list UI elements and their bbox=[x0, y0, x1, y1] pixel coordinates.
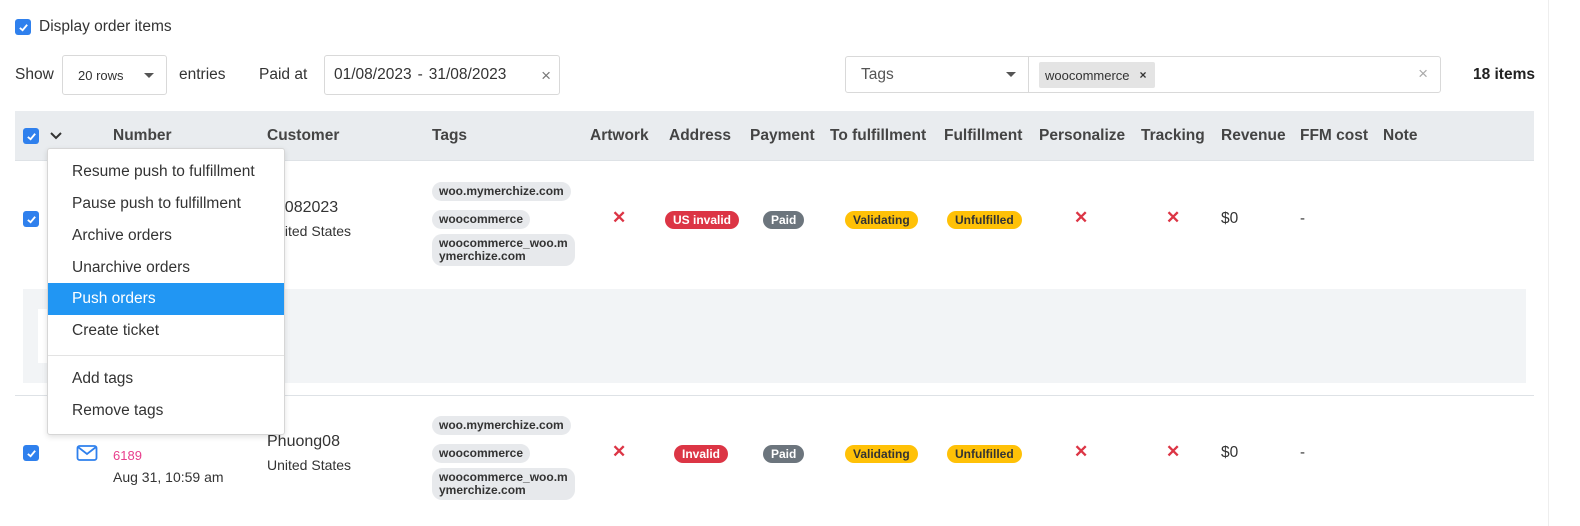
artwork-missing-icon: ✕ bbox=[612, 442, 627, 461]
menu-item-create-ticket[interactable]: Create ticket bbox=[48, 315, 284, 347]
personalize-missing-icon: ✕ bbox=[1074, 442, 1089, 461]
row-checkbox[interactable] bbox=[23, 211, 39, 227]
address-status-badge: US invalid bbox=[665, 211, 740, 229]
display-order-items-toggle[interactable]: Display order items bbox=[15, 18, 172, 36]
date-separator: - bbox=[417, 66, 423, 83]
filters-bar: Show 20 rows entries Paid at 01/08/2023 … bbox=[15, 55, 1535, 95]
caret-down-icon bbox=[1006, 72, 1016, 77]
menu-divider bbox=[48, 355, 284, 356]
tag-pill[interactable]: woocommerce bbox=[432, 444, 531, 463]
entries-label: entries bbox=[179, 66, 226, 83]
col-customer[interactable]: Customer bbox=[267, 127, 339, 145]
paid-at-date-range[interactable]: 01/08/2023 - 31/08/2023 × bbox=[324, 55, 560, 95]
ffm-cost-value: - bbox=[1300, 444, 1305, 461]
date-to: 31/08/2023 bbox=[428, 66, 507, 83]
to-fulfillment-badge: Validating bbox=[845, 445, 918, 463]
fulfillment-status-badge: Unfulfilled bbox=[947, 445, 1022, 463]
check-icon bbox=[26, 132, 36, 141]
rows-per-page-value: 20 rows bbox=[78, 67, 124, 83]
tag-pill[interactable]: woo.mymerchize.com bbox=[432, 416, 571, 435]
check-icon bbox=[18, 23, 28, 32]
items-count: 18 items bbox=[1472, 66, 1535, 83]
to-fulfillment-badge: Validating bbox=[845, 211, 918, 229]
menu-item-archive-orders[interactable]: Archive orders bbox=[48, 220, 284, 252]
customer-country: United States bbox=[267, 457, 352, 473]
payment-status-badge: Paid bbox=[763, 445, 805, 463]
col-address[interactable]: Address bbox=[669, 127, 731, 145]
col-ffm-cost[interactable]: FFM cost bbox=[1300, 127, 1368, 145]
tags-filter-value: Tags bbox=[861, 65, 894, 83]
menu-item-unarchive-orders[interactable]: Unarchive orders bbox=[48, 252, 284, 284]
menu-item-pause-push[interactable]: Pause push to fulfillment bbox=[48, 188, 284, 220]
col-fulfillment[interactable]: Fulfillment bbox=[944, 127, 1022, 145]
order-id[interactable]: 6189 bbox=[113, 448, 142, 463]
bulk-actions-menu: Resume push to fulfillment Pause push to… bbox=[47, 148, 285, 435]
personalize-missing-icon: ✕ bbox=[1074, 208, 1089, 227]
chevron-down-icon[interactable] bbox=[48, 128, 64, 144]
clear-date-icon[interactable]: × bbox=[541, 66, 551, 86]
menu-item-remove-tags[interactable]: Remove tags bbox=[48, 395, 284, 427]
fulfillment-status-badge: Unfulfilled bbox=[947, 211, 1022, 229]
rows-per-page-select[interactable]: 20 rows bbox=[62, 55, 167, 95]
tag-pill[interactable]: woocommerce_woo.mymerchize.com bbox=[432, 234, 575, 266]
remove-tag-icon[interactable]: × bbox=[1140, 68, 1147, 82]
tag-pill[interactable]: woocommerce_woo.mymerchize.com bbox=[432, 468, 575, 500]
ffm-cost-value: - bbox=[1300, 210, 1305, 227]
col-tags[interactable]: Tags bbox=[432, 127, 467, 145]
paid-at-label: Paid at bbox=[259, 66, 308, 83]
tag-chip-label: woocommerce bbox=[1045, 67, 1130, 83]
date-from: 01/08/2023 bbox=[334, 66, 412, 83]
menu-item-resume-push[interactable]: Resume push to fulfillment bbox=[48, 156, 284, 188]
revenue-value: $0 bbox=[1221, 444, 1239, 461]
col-note[interactable]: Note bbox=[1383, 127, 1417, 145]
mail-icon[interactable] bbox=[76, 444, 98, 462]
col-artwork[interactable]: Artwork bbox=[590, 127, 649, 145]
check-icon bbox=[26, 449, 36, 458]
tags-filter-input[interactable]: woocommerce × × bbox=[1028, 56, 1441, 93]
caret-down-icon bbox=[144, 73, 154, 78]
tag-pill[interactable]: woocommerce bbox=[432, 210, 531, 229]
address-status-badge: Invalid bbox=[674, 445, 729, 463]
menu-item-push-orders[interactable]: Push orders bbox=[48, 283, 284, 315]
col-revenue[interactable]: Revenue bbox=[1221, 127, 1286, 145]
tracking-missing-icon: ✕ bbox=[1166, 442, 1181, 461]
revenue-value: $0 bbox=[1221, 210, 1239, 227]
col-tracking[interactable]: Tracking bbox=[1141, 127, 1205, 145]
col-payment[interactable]: Payment bbox=[750, 127, 815, 145]
page-scrollbar[interactable] bbox=[1548, 0, 1549, 526]
menu-item-add-tags[interactable]: Add tags bbox=[48, 363, 284, 395]
tracking-missing-icon: ✕ bbox=[1166, 208, 1181, 227]
col-personalize[interactable]: Personalize bbox=[1039, 127, 1125, 145]
order-date: Aug 31, 10:59 am bbox=[113, 469, 224, 485]
show-label: Show bbox=[15, 66, 54, 83]
payment-status-badge: Paid bbox=[763, 211, 805, 229]
col-to-fulfillment[interactable]: To fulfillment bbox=[830, 127, 926, 145]
customer-name[interactable]: Phuong08 bbox=[267, 433, 340, 451]
tags-filter-select[interactable]: Tags bbox=[845, 56, 1029, 93]
tag-pill[interactable]: woo.mymerchize.com bbox=[432, 182, 571, 201]
display-order-items-checkbox[interactable] bbox=[15, 19, 31, 35]
check-icon bbox=[26, 215, 36, 224]
artwork-missing-icon: ✕ bbox=[612, 208, 627, 227]
tag-chip: woocommerce × bbox=[1039, 62, 1155, 88]
clear-tags-icon[interactable]: × bbox=[1418, 64, 1428, 84]
row-checkbox[interactable] bbox=[23, 445, 39, 461]
col-number[interactable]: Number bbox=[113, 127, 172, 145]
display-order-items-label: Display order items bbox=[39, 18, 172, 35]
select-all-checkbox[interactable] bbox=[23, 128, 39, 144]
